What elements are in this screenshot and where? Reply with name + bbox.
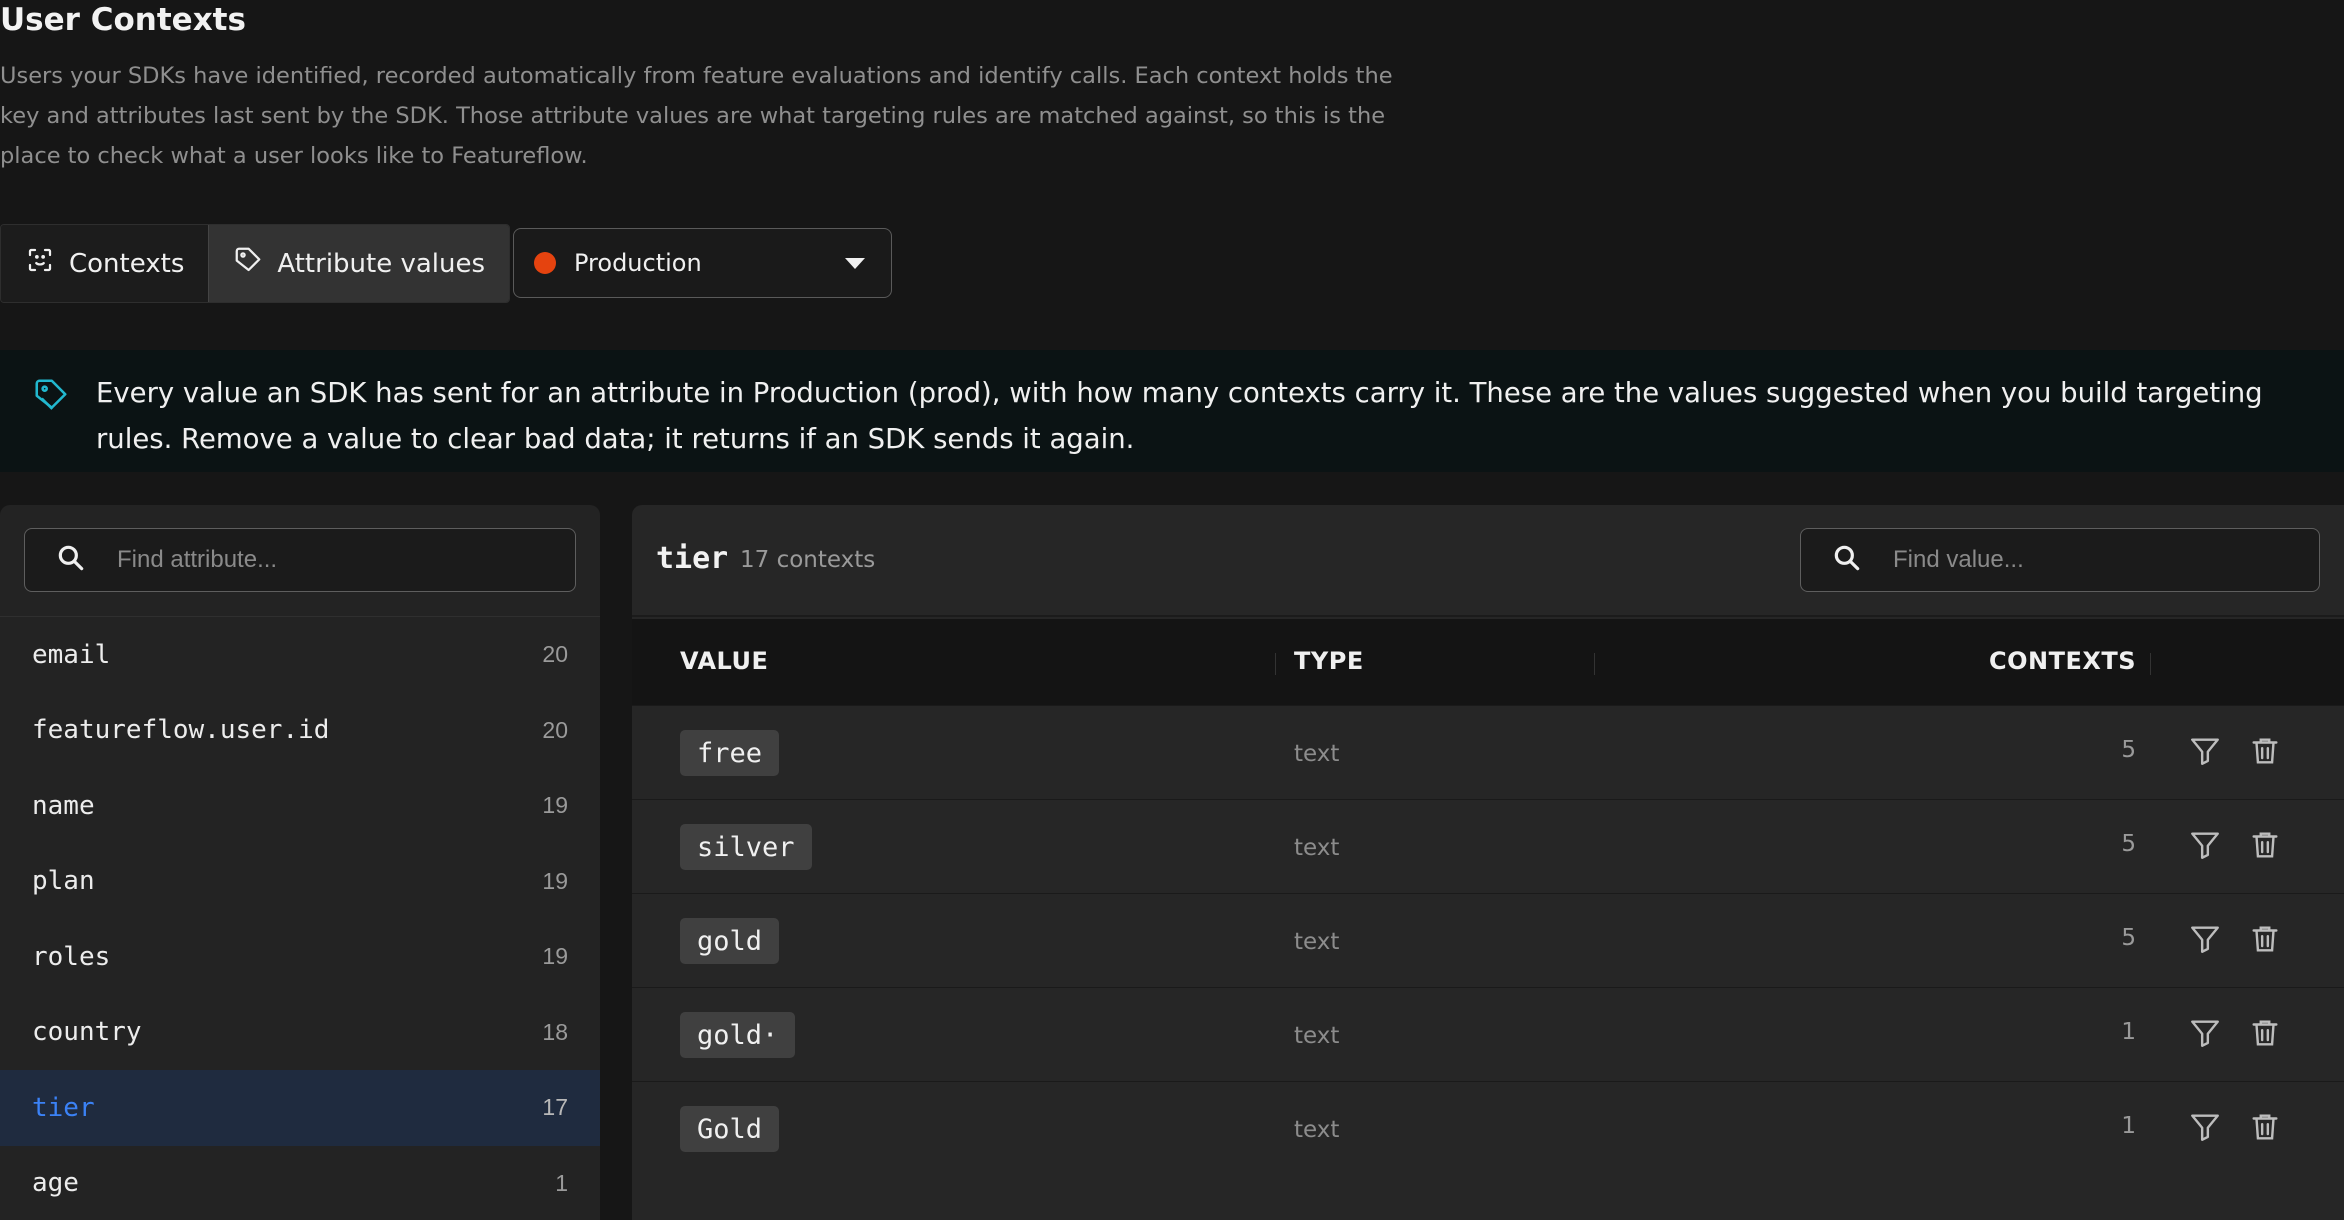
attribute-count: 17 (542, 1094, 568, 1121)
tab-contexts-label: Contexts (69, 248, 185, 279)
trash-icon[interactable] (2248, 828, 2282, 862)
filter-icon[interactable] (2188, 922, 2222, 956)
attribute-name: tier (32, 1092, 95, 1123)
attribute-item[interactable]: roles 19 (0, 919, 600, 995)
search-icon (25, 542, 117, 578)
trash-icon[interactable] (2248, 1016, 2282, 1050)
trash-icon[interactable] (2248, 922, 2282, 956)
attribute-list: email 20 featureflow.user.id 20 name 19 pla… (0, 616, 600, 1220)
attribute-count: 19 (542, 792, 568, 819)
value-chip: free (680, 730, 780, 776)
column-divider (1275, 653, 1276, 675)
value-chip: gold· (680, 1012, 796, 1058)
table-row: Gold text 1 (632, 1081, 2344, 1175)
attribute-item[interactable]: email 20 (0, 617, 600, 693)
value-chip: gold (680, 918, 780, 964)
attribute-name: country (32, 1017, 142, 1048)
attribute-name: age (32, 1168, 79, 1199)
value-type: text (1294, 1023, 1340, 1049)
value-chip: Gold (680, 1106, 780, 1152)
value-context-count: 5 (2121, 831, 2136, 857)
value-context-count: 1 (2121, 1113, 2136, 1139)
attribute-item[interactable]: tier 17 (0, 1070, 600, 1146)
attribute-count: 18 (542, 1018, 568, 1045)
chevron-down-icon (845, 257, 865, 269)
attribute-count: 20 (542, 641, 568, 668)
column-header-contexts[interactable]: CONTEXTS (1989, 647, 2136, 675)
attribute-panel: email 20 featureflow.user.id 20 name 19 pla… (0, 505, 600, 1220)
attribute-name: name (32, 790, 95, 821)
selected-attribute-title: tier (656, 541, 729, 576)
page-description: Users your SDKs have identified, recorde… (0, 63, 1393, 169)
value-context-count: 1 (2121, 1019, 2136, 1045)
trash-icon[interactable] (2248, 734, 2282, 768)
value-search-box (1800, 528, 2320, 592)
value-search-input[interactable] (1893, 546, 2319, 574)
tab-attribute-values[interactable]: Attribute values (208, 225, 510, 302)
attribute-count: 19 (542, 867, 568, 894)
values-table-header: VALUE TYPE CONTEXTS (632, 619, 2344, 705)
values-panel-header: tier 17 contexts (632, 505, 2344, 617)
attribute-count: 19 (542, 943, 568, 970)
filter-icon[interactable] (2188, 1110, 2222, 1144)
table-row: gold· text 1 (632, 987, 2344, 1081)
attribute-search-box (24, 528, 576, 592)
attribute-item[interactable]: country 18 (0, 995, 600, 1071)
search-icon (1801, 542, 1893, 578)
table-row: silver text 5 (632, 799, 2344, 893)
tag-icon (233, 245, 263, 282)
attribute-name: email (32, 639, 111, 670)
scan-face-icon (25, 245, 55, 282)
info-banner-text: Every value an SDK has sent for an attri… (96, 377, 2263, 455)
attribute-values-panel: tier 17 contexts VALUE TYPE CONTEXTS fre… (632, 505, 2344, 1220)
attribute-count: 1 (555, 1169, 568, 1196)
environment-select[interactable]: Production (513, 228, 892, 298)
tab-attribute-values-label: Attribute values (277, 248, 486, 279)
column-header-value[interactable]: VALUE (680, 647, 768, 675)
attribute-item[interactable]: featureflow.user.id 20 (0, 693, 600, 769)
page-title: User Contexts (0, 2, 246, 38)
value-type: text (1294, 929, 1340, 955)
filter-icon[interactable] (2188, 828, 2222, 862)
value-type: text (1294, 741, 1340, 767)
tab-contexts[interactable]: Contexts (1, 225, 209, 302)
column-header-type[interactable]: TYPE (1294, 647, 1364, 675)
attribute-item[interactable]: age 1 (0, 1146, 600, 1220)
attribute-name: roles (32, 941, 111, 972)
attribute-name: plan (32, 866, 95, 897)
environment-status-dot (534, 252, 556, 274)
value-chip: silver (680, 824, 812, 870)
filter-icon[interactable] (2188, 734, 2222, 768)
column-divider (1594, 653, 1595, 675)
view-toggle: Contexts Attribute values (0, 224, 511, 303)
value-context-count: 5 (2121, 925, 2136, 951)
attribute-item[interactable]: plan 19 (0, 844, 600, 920)
table-row: gold text 5 (632, 893, 2344, 987)
filter-icon[interactable] (2188, 1016, 2222, 1050)
attribute-count: 20 (542, 716, 568, 743)
selected-attribute-context-count: 17 contexts (740, 547, 876, 573)
attribute-item[interactable]: name 19 (0, 768, 600, 844)
tag-icon (32, 376, 70, 414)
column-divider (2150, 653, 2151, 675)
value-type: text (1294, 1117, 1340, 1143)
environment-label: Production (574, 249, 702, 277)
info-banner: Every value an SDK has sent for an attri… (0, 350, 2344, 472)
value-context-count: 5 (2121, 737, 2136, 763)
attribute-search-input[interactable] (117, 546, 575, 574)
value-type: text (1294, 835, 1340, 861)
attribute-name: featureflow.user.id (32, 715, 330, 746)
table-row: free text 5 (632, 705, 2344, 799)
trash-icon[interactable] (2248, 1110, 2282, 1144)
